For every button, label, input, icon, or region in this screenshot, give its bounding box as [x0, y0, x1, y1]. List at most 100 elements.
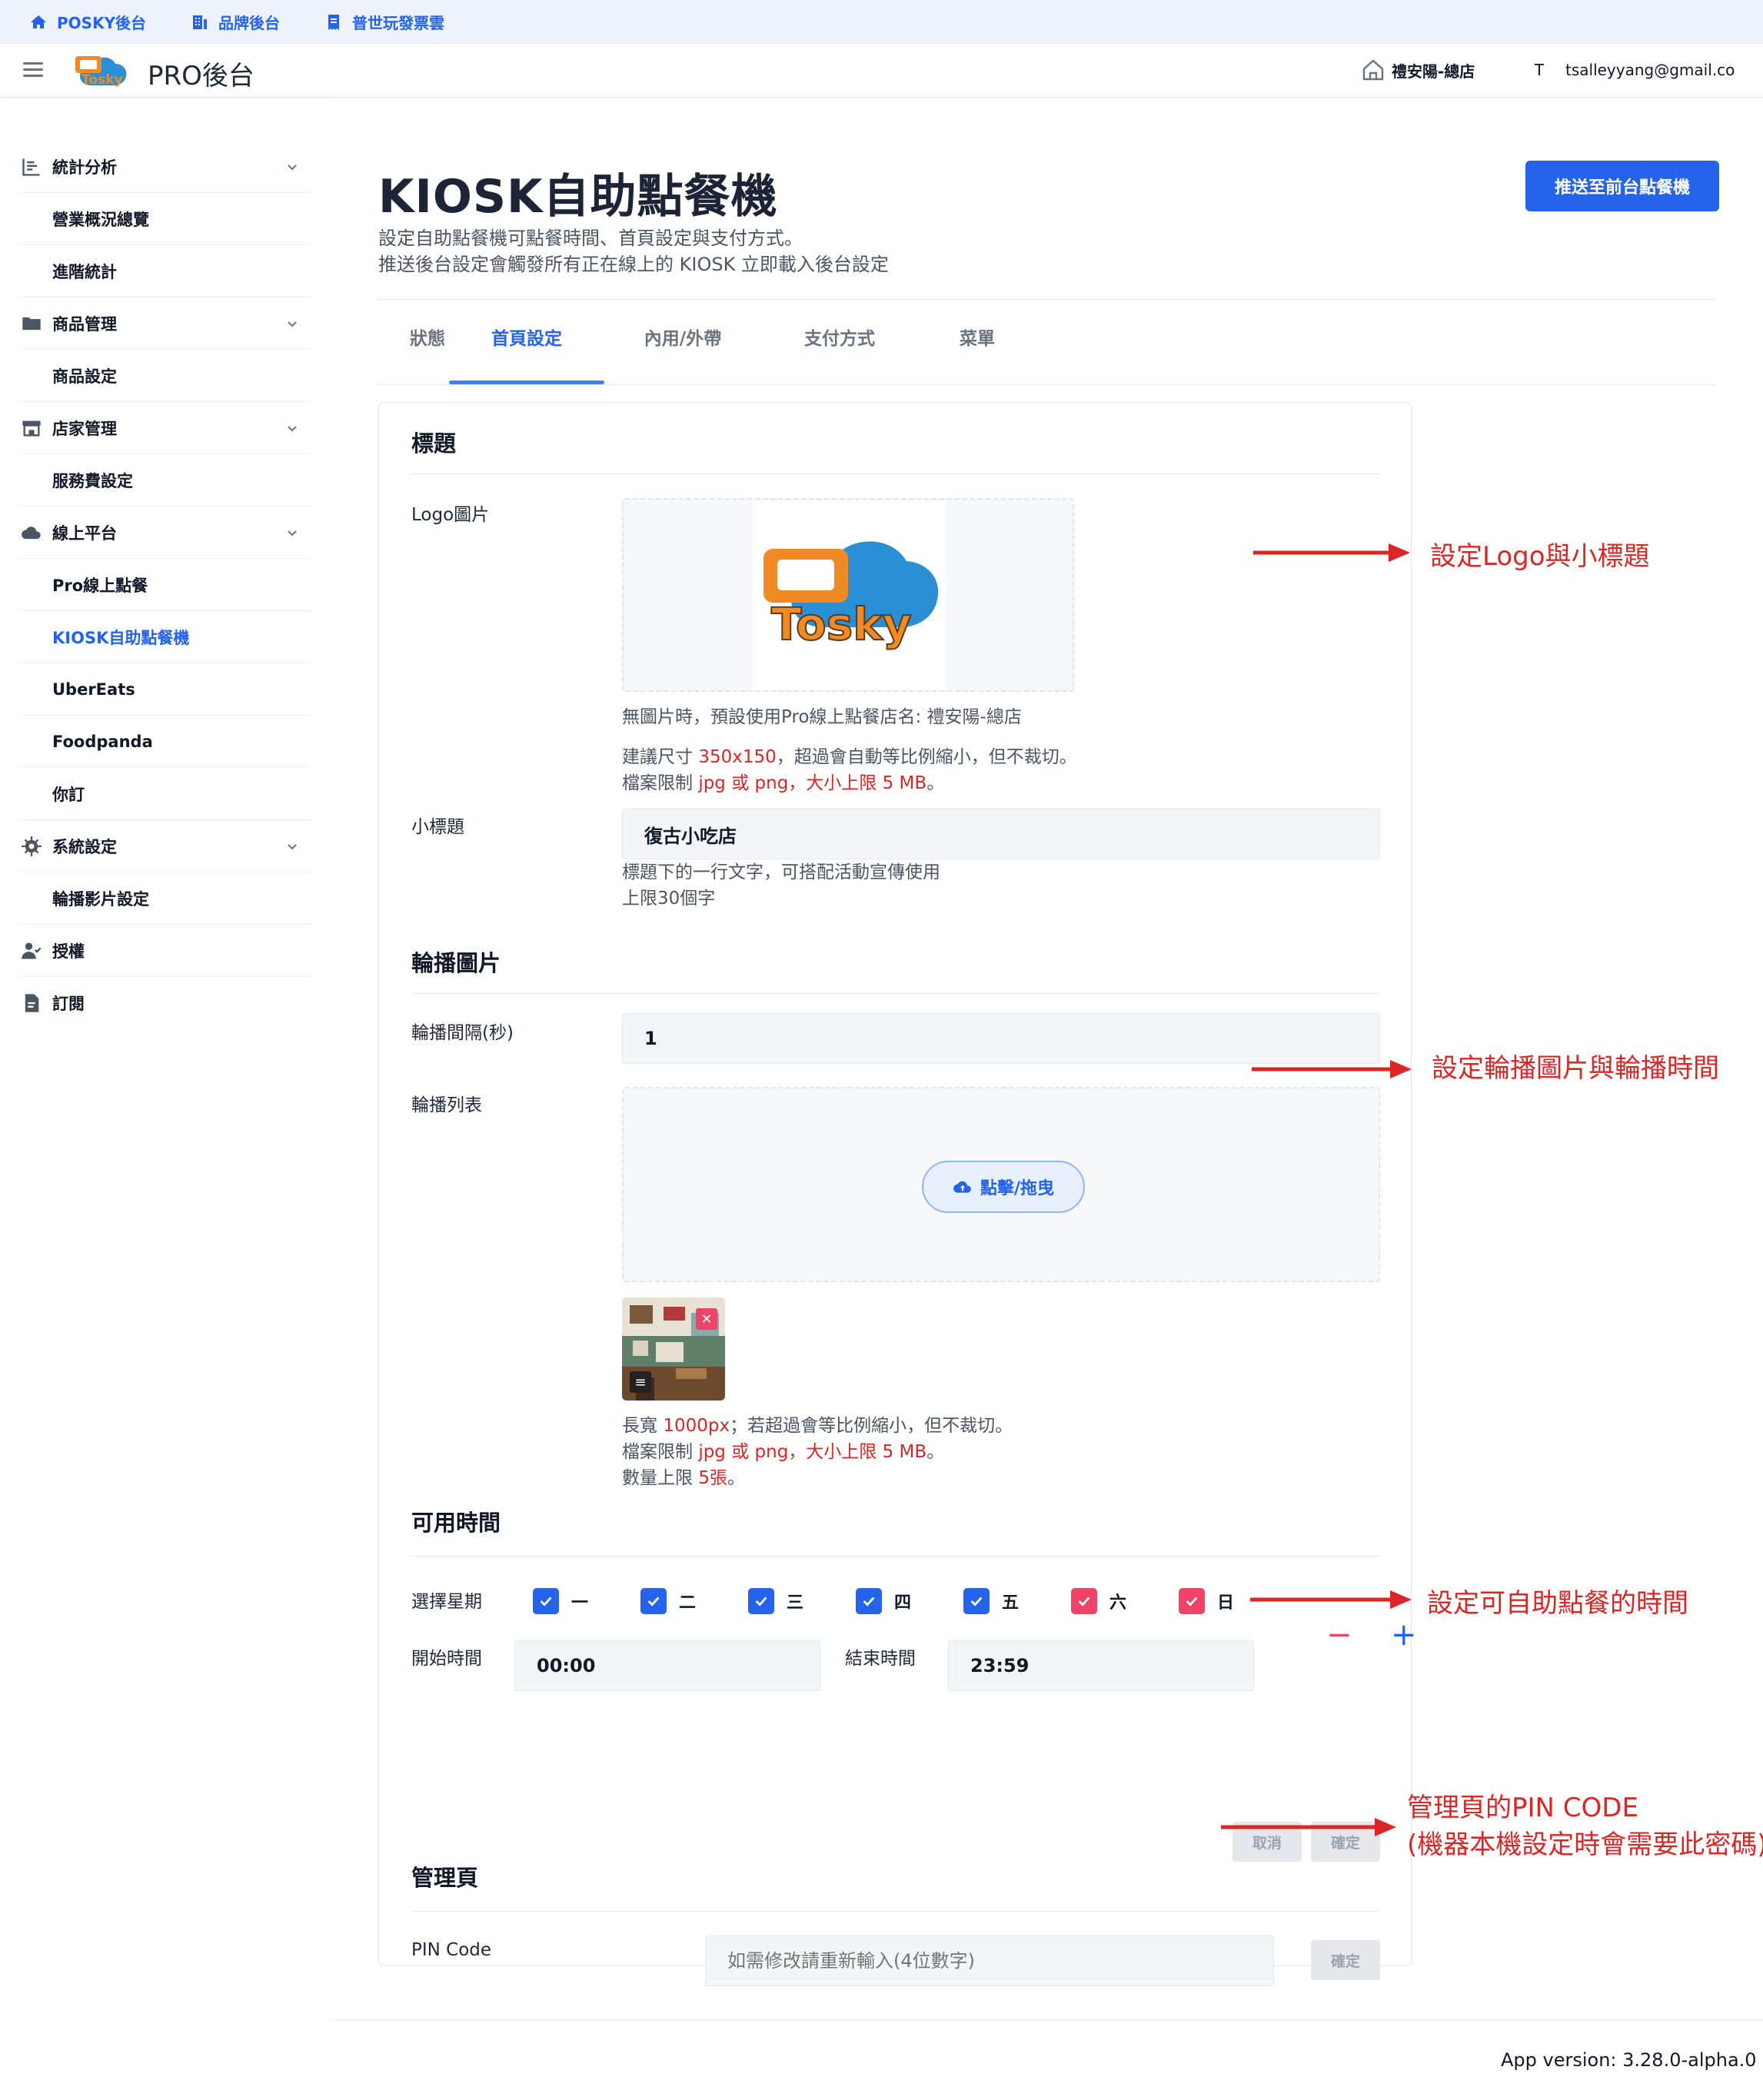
menu-toggle-icon[interactable] [23, 61, 45, 79]
carousel-interval-input[interactable]: 1 [622, 1013, 1380, 1064]
sidebar-item-ubereats[interactable]: UberEats [20, 663, 311, 716]
logo-upload-box[interactable]: Tosky [622, 498, 1074, 692]
carousel-hint-file: 檔案限制 jpg 或 png，大小上限 5 MB。 [622, 1439, 944, 1465]
carousel-list-label: 輪播列表 [411, 1095, 482, 1115]
carousel-hint-size: 長寬 1000px；若超過會等比例縮小，但不裁切。 [622, 1413, 1013, 1439]
hint-highlight: 1000px [663, 1416, 730, 1436]
brand-backend-label: 品牌後台 [218, 14, 281, 32]
hint-highlight: jpg 或 png，大小上限 5 MB [698, 1442, 927, 1462]
weekday-checkbox-wed[interactable]: 三 [748, 1588, 803, 1614]
hint-text: ；若超過會等比例縮小，但不裁切。 [730, 1416, 1013, 1436]
hint-highlight: jpg 或 png，大小上限 5 MB [698, 773, 927, 793]
end-time-input[interactable]: 23:59 [948, 1640, 1254, 1691]
sidebar-item-system-settings[interactable]: 系統設定 [20, 820, 311, 872]
hint-text: 標題下的一行文字，可搭配活動宣傳使用 [622, 862, 940, 882]
logo-preview-image: Tosky [763, 541, 939, 651]
pin-code-input[interactable] [705, 1936, 1274, 1986]
upload-label: 點擊/拖曳 [980, 1179, 1055, 1198]
checkbox-checked-icon [640, 1588, 667, 1614]
sidebar-item-service-fee[interactable]: 服務費設定 [20, 454, 311, 507]
weekday-label-text: 三 [787, 1593, 804, 1613]
invoice-cloud-link[interactable]: 普世玩發票雲 [324, 11, 444, 33]
pin-code-label: PIN Code [411, 1940, 492, 1960]
weekday-checkbox-fri[interactable]: 五 [963, 1588, 1019, 1614]
annotation-pin-line: (機器本機設定時會需要此密碼) [1407, 1829, 1763, 1860]
sidebar-item-label: 輪播影片設定 [52, 889, 149, 909]
sidebar-item-online-platform[interactable]: 線上平台 [20, 507, 311, 559]
weekday-checkbox-sun[interactable]: 日 [1179, 1588, 1234, 1614]
user-menu[interactable]: T tsalleyyang@gmail.co [1525, 56, 1735, 84]
weekday-checkbox-thu[interactable]: 四 [856, 1588, 911, 1614]
cloud-icon [22, 526, 41, 539]
store-name: 禮安陽-總店 [1392, 61, 1475, 81]
subtitle-label: 小標題 [411, 817, 464, 837]
delete-image-icon[interactable]: ✕ [696, 1308, 717, 1330]
start-time-label: 開始時間 [411, 1649, 482, 1669]
hint-text: 上限30個字 [622, 889, 716, 909]
sidebar-item-business-overview[interactable]: 營業概況總覽 [20, 193, 311, 245]
sidebar-item-product-management[interactable]: 商品管理 [20, 297, 311, 350]
annotation-pin: 管理頁的PIN CODE (機器本機設定時會需要此密碼) [1407, 1789, 1763, 1863]
app-title: PRO後台 [148, 61, 254, 91]
hint-text: 檔案限制 [622, 1442, 699, 1462]
sidebar-item-foodpanda[interactable]: Foodpanda [20, 716, 311, 768]
section-divider [411, 1911, 1380, 1912]
sidebar-item-store-management[interactable]: 店家管理 [20, 402, 311, 454]
tab-payment[interactable]: 支付方式 [761, 288, 918, 385]
add-time-slot-icon[interactable]: + [1391, 1617, 1417, 1653]
posky-logo: Tosky [75, 56, 127, 87]
annotation-arrow [1221, 1818, 1396, 1836]
store-selector[interactable]: 禮安陽-總店 [1361, 58, 1475, 82]
weekday-checkbox-mon[interactable]: 一 [533, 1588, 588, 1614]
sidebar-item-advanced-stats[interactable]: 進階統計 [20, 245, 311, 297]
logo-label: Logo圖片 [411, 505, 490, 525]
section-divider [411, 473, 1380, 474]
brand-backend-link[interactable]: 品牌後台 [191, 11, 280, 33]
pin-confirm-button[interactable]: 確定 [1311, 1940, 1380, 1980]
weekday-checkbox-tue[interactable]: 二 [640, 1588, 696, 1614]
hint-text: 。 [926, 773, 945, 793]
start-time-input[interactable]: 00:00 [514, 1640, 820, 1691]
annotation-arrow [1250, 1590, 1412, 1609]
tab-menu[interactable]: 菜單 [918, 288, 1036, 385]
subtitle-hint: 標題下的一行文字，可搭配活動宣傳使用 上限30個字 [622, 859, 940, 912]
section-title: 可用時間 [411, 1510, 501, 1536]
sidebar-item-product-settings[interactable]: 商品設定 [20, 350, 311, 402]
carousel-hint-count: 數量上限 5張。 [622, 1465, 745, 1491]
sidebar-item-pro-online-order[interactable]: Pro線上點餐 [20, 559, 311, 611]
sidebar-item-subscription[interactable]: 訂閱 [20, 977, 311, 1029]
weekday-checkbox-sat[interactable]: 六 [1071, 1588, 1126, 1614]
tab-dine-in-takeout[interactable]: 內用/外帶 [604, 288, 761, 385]
hint-text: ，超過會自動等比例縮小，但不裁切。 [776, 747, 1077, 767]
sidebar-item-carousel-video[interactable]: 輪播影片設定 [20, 872, 311, 925]
hint-highlight: 5張 [698, 1468, 727, 1488]
carousel-thumbnail[interactable]: ✕ ≡ [622, 1298, 725, 1401]
tab-home-settings[interactable]: 首頁設定 [449, 288, 604, 385]
weekday-label-text: 六 [1109, 1593, 1127, 1613]
checkbox-checked-icon [1179, 1588, 1205, 1614]
hint-text: 。 [926, 1442, 945, 1462]
sidebar-item-kiosk[interactable]: KIOSK自助點餐機 [20, 611, 311, 663]
subtitle-input[interactable]: 復古小吃店 [622, 809, 1380, 859]
sidebar-item-nidin[interactable]: 你訂 [20, 768, 311, 820]
section-divider [411, 1556, 1380, 1557]
avatar: T [1525, 56, 1553, 84]
chevron-down-icon [288, 164, 297, 171]
carousel-dropzone[interactable]: 點擊/拖曳 [622, 1087, 1380, 1282]
hint-text: 數量上限 [622, 1468, 699, 1488]
sidebar-item-statistics[interactable]: 統計分析 [20, 141, 311, 193]
section-divider [411, 993, 1380, 994]
section-title: 標題 [411, 430, 457, 457]
drag-handle-icon[interactable]: ≡ [630, 1371, 651, 1393]
sidebar-item-label: Pro線上點餐 [52, 576, 148, 595]
user-email: tsalleyyang@gmail.co [1565, 61, 1735, 79]
store-icon [22, 420, 41, 436]
sidebar-item-authorization[interactable]: 授權 [20, 925, 311, 977]
posky-backend-link[interactable]: POSKY後台 [29, 11, 146, 33]
remove-time-slot-icon[interactable]: − [1326, 1617, 1352, 1653]
sidebar-item-label: 商品管理 [52, 314, 117, 334]
upload-button[interactable]: 點擊/拖曳 [922, 1161, 1085, 1213]
section-title: 管理頁 [411, 1865, 479, 1891]
push-to-kiosk-button[interactable]: 推送至前台點餐機 [1525, 161, 1719, 211]
annotation-arrow [1253, 543, 1410, 562]
